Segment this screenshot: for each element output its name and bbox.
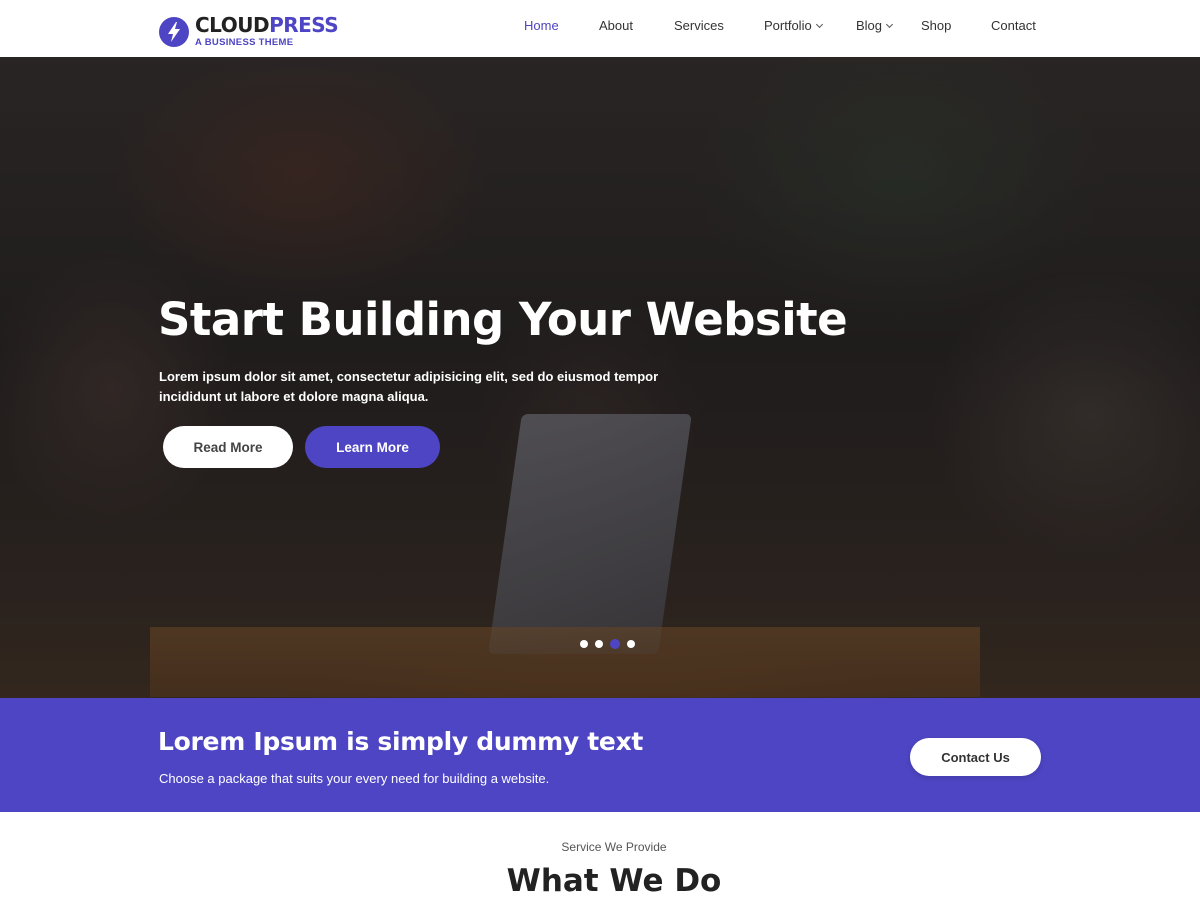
- nav-item-services[interactable]: Services: [674, 18, 724, 34]
- read-more-button[interactable]: Read More: [163, 426, 293, 468]
- contact-us-button[interactable]: Contact Us: [910, 738, 1041, 776]
- slider-dot-1[interactable]: [580, 640, 588, 648]
- slider-dots: [580, 639, 635, 649]
- slider-dot-3[interactable]: [610, 639, 620, 649]
- callout-subtitle: Choose a package that suits your every n…: [159, 771, 550, 786]
- callout-band: Lorem Ipsum is simply dummy text Choose …: [0, 698, 1200, 812]
- site-header: CLOUDPRESS A BUSINESS THEME Home About S…: [0, 0, 1200, 57]
- hero-title: Start Building Your Website: [158, 293, 848, 346]
- learn-more-button[interactable]: Learn More: [305, 426, 440, 468]
- callout-title: Lorem Ipsum is simply dummy text: [158, 727, 644, 756]
- chevron-down-icon: [815, 20, 823, 29]
- chevron-down-icon: [885, 20, 894, 29]
- nav-item-shop[interactable]: Shop: [921, 18, 951, 34]
- nav-item-portfolio[interactable]: Portfolio: [764, 18, 823, 34]
- nav-item-blog[interactable]: Blog: [856, 18, 894, 34]
- services-title: What We Do: [506, 863, 722, 899]
- nav-item-contact[interactable]: Contact: [991, 18, 1036, 34]
- services-label: Service We Provide: [561, 840, 667, 854]
- slider-dot-4[interactable]: [627, 640, 635, 648]
- hero-subtitle: Lorem ipsum dolor sit amet, consectetur …: [159, 369, 659, 404]
- nav-item-home[interactable]: Home: [524, 18, 559, 34]
- slider-dot-2[interactable]: [595, 640, 603, 648]
- nav-item-about[interactable]: About: [599, 18, 633, 34]
- main-nav: Home About Services Portfolio Blog Shop …: [0, 0, 1200, 57]
